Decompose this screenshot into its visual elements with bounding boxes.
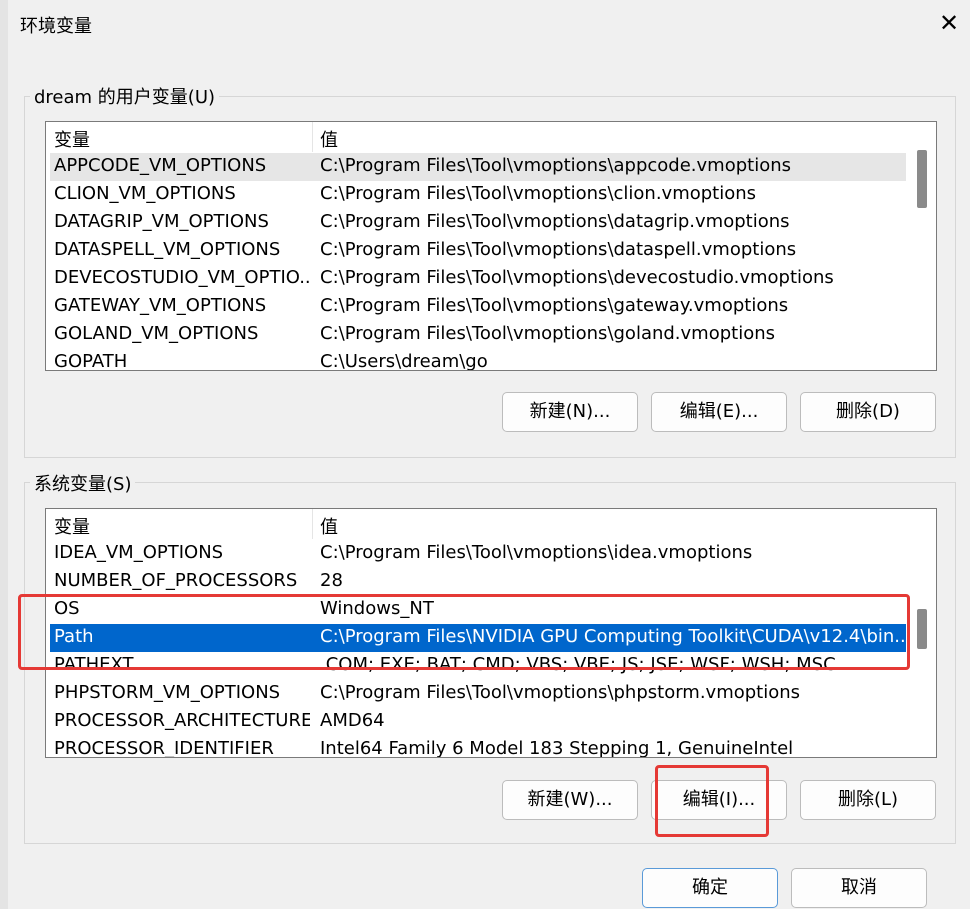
variable-name: DATASPELL_VM_OPTIONS: [54, 239, 281, 260]
scrollbar-thumb[interactable]: [917, 609, 927, 649]
column-header-value[interactable]: 值: [320, 513, 338, 539]
variable-name: CLION_VM_OPTIONS: [54, 183, 236, 204]
system-delete-button[interactable]: 删除(L): [800, 780, 936, 820]
variable-name: IDEA_VM_OPTIONS: [54, 542, 224, 563]
variable-name: GOPATH: [54, 351, 128, 371]
variable-name: PROCESSOR_IDENTIFIER: [54, 738, 274, 758]
system-new-button[interactable]: 新建(W)...: [502, 780, 638, 820]
button-label: 删除(D): [836, 401, 900, 422]
variable-value: AMD64: [320, 710, 385, 731]
variable-value: C:\Program Files\Tool\vmoptions\idea.vmo…: [320, 542, 753, 563]
variable-value: 28: [320, 570, 343, 591]
button-label: 新建(W)...: [527, 789, 613, 810]
column-header-variable[interactable]: 变量: [54, 513, 90, 539]
table-row[interactable]: IDEA_VM_OPTIONS C:\Program Files\Tool\vm…: [50, 540, 906, 568]
variable-name: DEVECOSTUDIO_VM_OPTIO...: [54, 267, 310, 288]
variable-name: PHPSTORM_VM_OPTIONS: [54, 682, 281, 703]
table-row[interactable]: DATASPELL_VM_OPTIONS C:\Program Files\To…: [50, 237, 906, 265]
button-label: 删除(L): [837, 789, 899, 810]
variable-value: C:\Program Files\Tool\vmoptions\clion.vm…: [320, 183, 757, 204]
variable-name: APPCODE_VM_OPTIONS: [54, 155, 267, 176]
table-row[interactable]: APPCODE_VM_OPTIONS C:\Program Files\Tool…: [50, 153, 906, 181]
variable-name: NUMBER_OF_PROCESSORS: [54, 570, 298, 591]
column-separator[interactable]: [312, 509, 313, 539]
variable-value: C:\Program Files\Tool\vmoptions\goland.v…: [320, 323, 776, 344]
list-header: 变量 值: [46, 509, 908, 539]
cancel-button[interactable]: 取消: [791, 868, 927, 908]
column-header-variable[interactable]: 变量: [54, 126, 90, 152]
table-row[interactable]: GATEWAY_VM_OPTIONS C:\Program Files\Tool…: [50, 293, 906, 321]
variable-value: Intel64 Family 6 Model 183 Stepping 1, G…: [320, 738, 794, 758]
button-label: 编辑(E)...: [679, 401, 759, 422]
variable-value: C:\Program Files\Tool\vmoptions\devecost…: [320, 267, 834, 288]
column-separator[interactable]: [312, 122, 313, 152]
background-window-edge: [0, 0, 8, 909]
table-row[interactable]: PROCESSOR_IDENTIFIER Intel64 Family 6 Mo…: [50, 736, 906, 758]
variable-value: C:\Program Files\Tool\vmoptions\dataspel…: [320, 239, 797, 260]
table-row[interactable]: GOPATH C:\Users\dream\go: [50, 349, 906, 371]
user-variables-label: dream 的用户变量(U): [30, 83, 220, 109]
table-row[interactable]: GOLAND_VM_OPTIONS C:\Program Files\Tool\…: [50, 321, 906, 349]
variable-name: PROCESSOR_ARCHITECTURE: [54, 710, 310, 731]
highlight-box: [655, 765, 769, 837]
system-variables-label: 系统变量(S): [30, 470, 136, 496]
user-delete-button[interactable]: 删除(D): [800, 392, 936, 432]
variable-value: C:\Program Files\Tool\vmoptions\phpstorm…: [320, 682, 801, 703]
close-icon[interactable]: ✕: [936, 10, 962, 36]
variable-value: C:\Users\dream\go: [320, 351, 488, 371]
table-row[interactable]: DATAGRIP_VM_OPTIONS C:\Program Files\Too…: [50, 209, 906, 237]
variable-name: DATAGRIP_VM_OPTIONS: [54, 211, 269, 232]
table-row[interactable]: DEVECOSTUDIO_VM_OPTIO... C:\Program File…: [50, 265, 906, 293]
table-row[interactable]: NUMBER_OF_PROCESSORS 28: [50, 568, 906, 596]
variable-value: C:\Program Files\Tool\vmoptions\appcode.…: [320, 155, 791, 176]
table-row[interactable]: PHPSTORM_VM_OPTIONS C:\Program Files\Too…: [50, 680, 906, 708]
variable-value: C:\Program Files\Tool\vmoptions\gateway.…: [320, 295, 789, 316]
user-new-button[interactable]: 新建(N)...: [502, 392, 638, 432]
user-variables-list[interactable]: 变量 值 APPCODE_VM_OPTIONS C:\Program Files…: [45, 121, 937, 371]
variable-name: GATEWAY_VM_OPTIONS: [54, 295, 267, 316]
title-bar: [0, 0, 970, 48]
button-label: 新建(N)...: [529, 401, 611, 422]
vertical-scrollbar[interactable]: [908, 509, 936, 757]
column-header-value[interactable]: 值: [320, 126, 338, 152]
highlight-box: [18, 594, 910, 670]
table-row[interactable]: PROCESSOR_ARCHITECTURE AMD64: [50, 708, 906, 736]
table-row[interactable]: CLION_VM_OPTIONS C:\Program Files\Tool\v…: [50, 181, 906, 209]
button-label: 确定: [692, 877, 728, 898]
user-edit-button[interactable]: 编辑(E)...: [651, 392, 787, 432]
button-label: 取消: [841, 877, 877, 898]
variable-name: GOLAND_VM_OPTIONS: [54, 323, 259, 344]
vertical-scrollbar[interactable]: [908, 122, 936, 370]
window-title: 环境变量: [20, 16, 92, 37]
ok-button[interactable]: 确定: [642, 868, 778, 908]
variable-value: C:\Program Files\Tool\vmoptions\datagrip…: [320, 211, 790, 232]
scrollbar-thumb[interactable]: [917, 150, 927, 208]
list-header: 变量 值: [46, 122, 908, 152]
